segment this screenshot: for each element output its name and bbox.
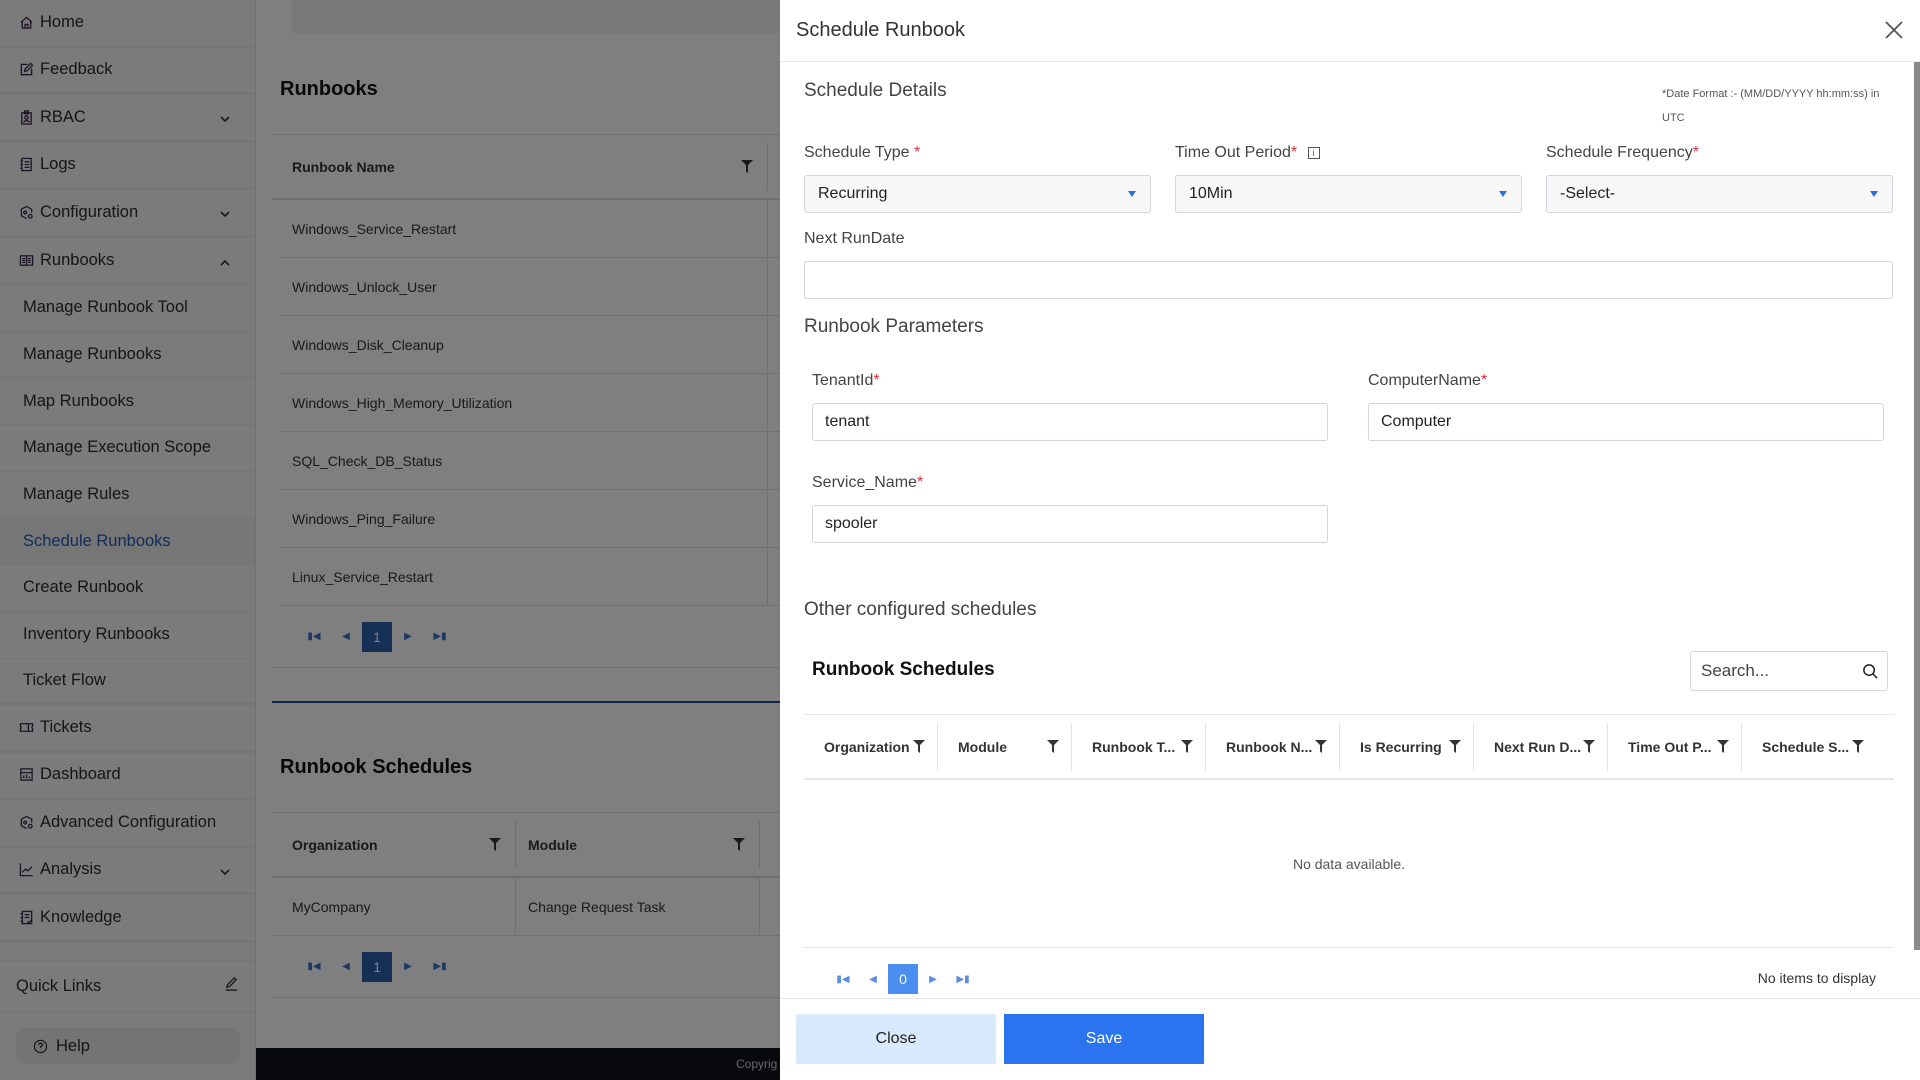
modal-backdrop[interactable]: [0, 0, 780, 1080]
grid-header: Organization Module Runbook T... Runbook…: [804, 714, 1894, 780]
runbook-parameters-heading: Runbook Parameters: [804, 316, 984, 337]
column-label: Organization: [824, 738, 910, 755]
column-label: Is Recurring: [1360, 738, 1442, 755]
tenant-id-label: TenantId*: [812, 372, 880, 390]
drawer-title: Schedule Runbook: [796, 19, 966, 41]
last-page-icon[interactable]: ▶▮: [948, 964, 978, 994]
schedule-frequency-select[interactable]: -Select-: [1546, 175, 1893, 213]
column-label: Module: [958, 738, 1007, 755]
column-label: Time Out P...: [1628, 738, 1712, 755]
filter-icon[interactable]: [1583, 740, 1595, 753]
label-text: TenantId: [812, 372, 874, 389]
empty-state: No data available.: [804, 780, 1894, 948]
timeout-period-select[interactable]: 10Min: [1175, 175, 1522, 213]
grid-title: Runbook Schedules: [812, 659, 995, 680]
column-header-runbook-name[interactable]: Runbook N...: [1206, 722, 1340, 771]
close-button[interactable]: Close: [796, 1014, 996, 1064]
schedule-type-label: Schedule Type *: [804, 144, 920, 162]
next-run-date-label: Next RunDate: [804, 230, 905, 247]
required-mark: *: [1290, 144, 1298, 161]
dropdown-caret-icon: [1499, 191, 1507, 197]
filter-icon[interactable]: [913, 740, 925, 753]
dropdown-caret-icon: [1870, 191, 1878, 197]
required-mark: *: [1480, 372, 1488, 389]
column-header-is-recurring[interactable]: Is Recurring: [1340, 722, 1474, 771]
dropdown-caret-icon: [1128, 191, 1136, 197]
service-name-label: Service_Name*: [812, 474, 923, 492]
column-header-organization[interactable]: Organization: [804, 722, 938, 771]
grid-search[interactable]: [1690, 651, 1888, 691]
date-format-note: *Date Format :- (MM/DD/YYYY hh:mm:ss) in…: [1662, 88, 1880, 124]
runbook-schedules-grid: Organization Module Runbook T... Runbook…: [804, 714, 1894, 998]
required-mark: *: [1692, 144, 1699, 161]
scrollbar[interactable]: [1914, 62, 1920, 950]
schedule-type-select[interactable]: Recurring: [804, 175, 1151, 213]
other-schedules-heading: Other configured schedules: [804, 599, 1037, 620]
column-label: Schedule S...: [1762, 738, 1850, 755]
column-label: Runbook T...: [1092, 738, 1176, 755]
column-header-timeout-period[interactable]: Time Out P...: [1608, 722, 1742, 771]
prev-page-icon[interactable]: ◀: [858, 964, 888, 994]
schedule-runbook-drawer: Schedule Runbook Schedule Details *Date …: [780, 0, 1920, 1080]
close-icon[interactable]: [1882, 18, 1906, 42]
required-mark: *: [916, 474, 924, 491]
label-text: Schedule Frequency: [1546, 144, 1693, 161]
required-mark: *: [914, 144, 921, 161]
drawer-body: Schedule Details *Date Format :- (MM/DD/…: [780, 62, 1920, 998]
filter-icon[interactable]: [1852, 740, 1864, 753]
computer-name-input[interactable]: [1368, 403, 1884, 441]
items-status: No items to display: [1757, 970, 1876, 986]
label-text: Service_Name: [812, 474, 917, 491]
tenant-id-input[interactable]: [812, 403, 1328, 441]
computer-name-label: ComputerName*: [1368, 372, 1487, 390]
info-icon[interactable]: i: [1307, 146, 1320, 159]
schedule-frequency-label: Schedule Frequency*: [1546, 144, 1699, 162]
selected-value: -Select-: [1560, 185, 1616, 202]
column-header-schedule-status[interactable]: Schedule S...: [1742, 723, 1876, 771]
first-page-icon[interactable]: ▮◀: [828, 964, 858, 994]
label-text: ComputerName: [1368, 372, 1481, 389]
filter-icon[interactable]: [1315, 740, 1327, 753]
label-text: Time Out Period: [1175, 144, 1291, 161]
drawer-footer: Close Save: [780, 998, 1920, 1080]
search-input[interactable]: [1701, 661, 1851, 681]
search-icon[interactable]: [1862, 663, 1879, 680]
column-header-runbook-type[interactable]: Runbook T...: [1072, 722, 1206, 771]
service-name-input[interactable]: [812, 505, 1328, 543]
schedule-details-heading: Schedule Details: [804, 80, 947, 101]
selected-value: 10Min: [1189, 185, 1233, 202]
required-mark: *: [873, 372, 880, 389]
label-text: Schedule Type: [804, 144, 910, 161]
filter-icon[interactable]: [1449, 740, 1461, 753]
drawer-header: Schedule Runbook: [780, 0, 1920, 62]
selected-value: Recurring: [818, 185, 888, 202]
pagination: ▮◀ ◀ 0 ▶ ▶▮ No items to display: [804, 948, 1894, 998]
timeout-period-label: Time Out Period* i: [1175, 144, 1320, 162]
page-number[interactable]: 0: [888, 964, 918, 994]
filter-icon[interactable]: [1181, 740, 1193, 753]
next-run-date-input[interactable]: [804, 261, 1893, 299]
next-page-icon[interactable]: ▶: [918, 964, 948, 994]
column-header-next-run-date[interactable]: Next Run D...: [1474, 722, 1608, 771]
filter-icon[interactable]: [1047, 740, 1059, 753]
column-header-module[interactable]: Module: [938, 722, 1072, 771]
column-label: Next Run D...: [1494, 738, 1582, 755]
column-label: Runbook N...: [1226, 738, 1313, 755]
filter-icon[interactable]: [1717, 740, 1729, 753]
save-button[interactable]: Save: [1004, 1014, 1204, 1064]
